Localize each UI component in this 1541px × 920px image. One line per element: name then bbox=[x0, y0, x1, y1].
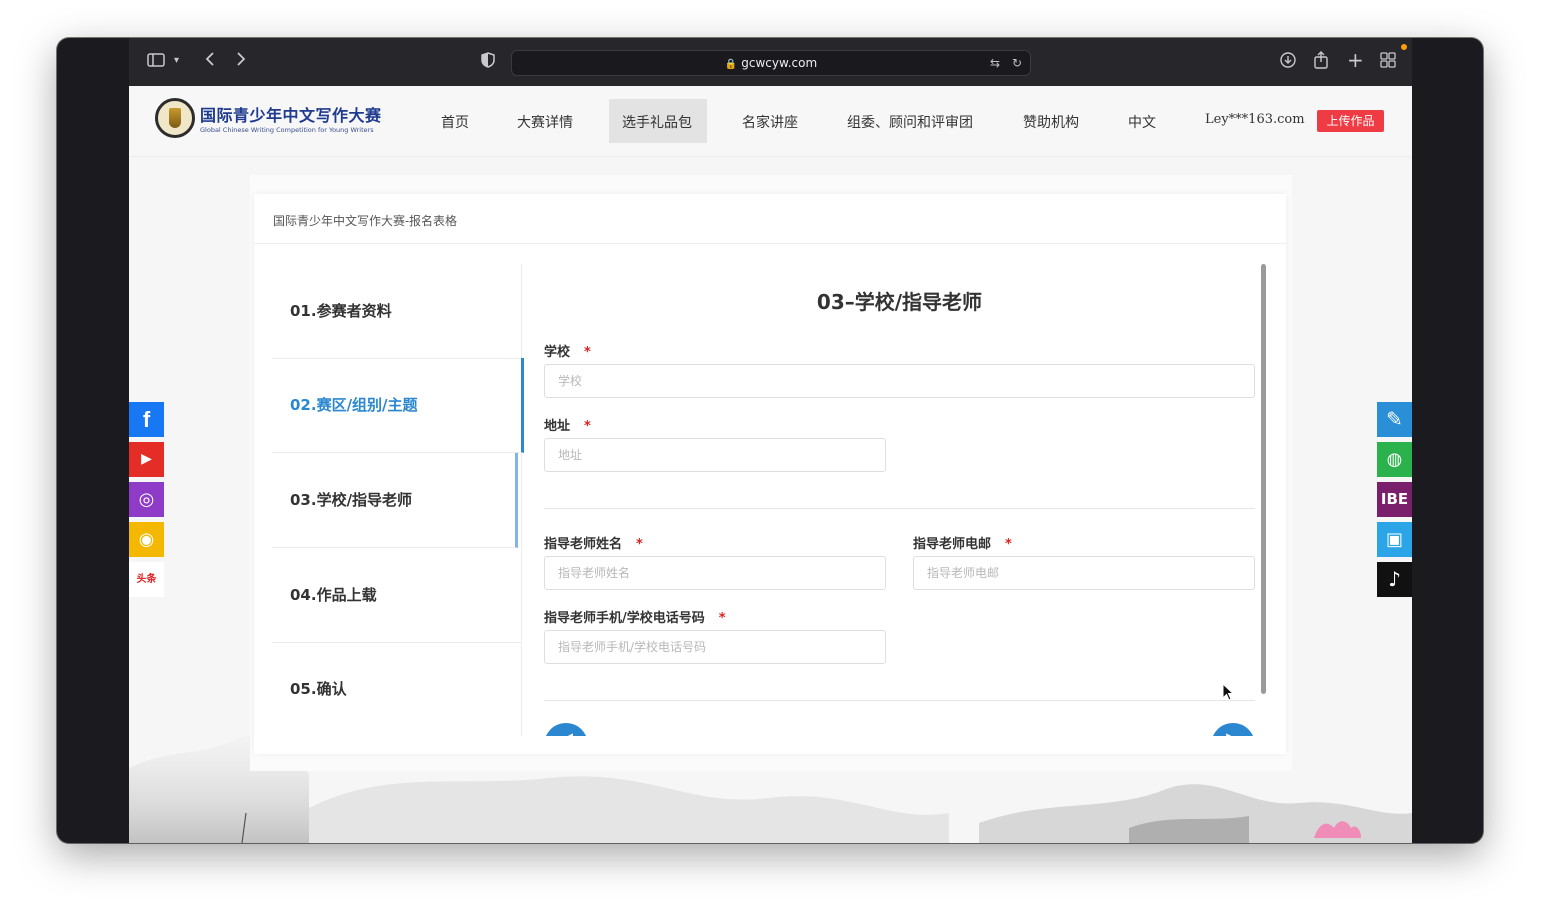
step-05[interactable]: 05.确认 bbox=[272, 642, 521, 736]
card-divider bbox=[254, 243, 1286, 244]
instagram-icon[interactable]: ◎ bbox=[129, 482, 164, 517]
section-separator bbox=[544, 508, 1255, 509]
required-mark: * bbox=[1005, 537, 1012, 552]
step-02[interactable]: 02.赛区/组别/主题 bbox=[272, 358, 524, 453]
nav-home[interactable]: 首页 bbox=[441, 112, 469, 132]
teacher-email-label-text: 指导老师电邮 bbox=[913, 537, 992, 552]
share-icon[interactable] bbox=[1314, 51, 1328, 74]
address-input[interactable] bbox=[544, 438, 886, 472]
address-label: 地址 * bbox=[544, 415, 591, 434]
school-input[interactable] bbox=[544, 364, 1255, 398]
nav-gift-pack[interactable]: 选手礼品包 bbox=[622, 112, 692, 132]
weibo-icon[interactable]: ◉ bbox=[129, 522, 164, 557]
sidebar-icon[interactable] bbox=[147, 52, 165, 73]
teacher-name-label-text: 指导老师姓名 bbox=[544, 537, 623, 552]
teacher-phone-label: 指导老师手机/学校电话号码 * bbox=[544, 607, 726, 626]
arrow-right-icon: ▶ bbox=[1211, 729, 1255, 736]
mouse-cursor-icon bbox=[1222, 682, 1235, 705]
teacher-phone-label-text: 指导老师手机/学校电话号码 bbox=[544, 611, 705, 626]
teacher-email-label: 指导老师电邮 * bbox=[913, 533, 1012, 552]
upload-work-button[interactable]: 上传作品 bbox=[1317, 110, 1384, 132]
next-step-button[interactable]: ▶ bbox=[1211, 723, 1255, 736]
step-label: 02.赛区/组别/主题 bbox=[290, 396, 418, 414]
step-03[interactable]: 03.学校/指导老师 bbox=[272, 453, 518, 548]
arrow-left-icon: ◀ bbox=[544, 729, 588, 736]
school-label-text: 学校 bbox=[544, 345, 571, 360]
logo-english-title: Global Chinese Writing Competition for Y… bbox=[200, 126, 374, 134]
pen-icon[interactable]: ✎ bbox=[1377, 402, 1412, 437]
step-04[interactable]: 04.作品上载 bbox=[272, 548, 521, 643]
facebook-icon[interactable]: f bbox=[129, 402, 164, 437]
previous-step-button[interactable]: ◀ bbox=[544, 723, 588, 736]
translate-icon[interactable]: ⇆ bbox=[990, 51, 1000, 75]
shield-icon[interactable] bbox=[481, 52, 495, 73]
ibe-icon[interactable]: IBE bbox=[1377, 482, 1412, 517]
tiktok-icon[interactable]: ♪ bbox=[1377, 562, 1412, 597]
back-arrow-icon[interactable] bbox=[204, 51, 216, 72]
step-01[interactable]: 01.参赛者资料 bbox=[272, 264, 521, 359]
recording-indicator bbox=[1401, 44, 1407, 50]
browser-content: ▾ 🔒 gcwcyw.com ⇆ ↻ + 国际青少年中文写作大赛 Global … bbox=[129, 38, 1412, 843]
lock-icon: 🔒 bbox=[724, 59, 738, 70]
teacher-name-label: 指导老师姓名 * bbox=[544, 533, 643, 552]
competition-logo-emblem[interactable] bbox=[155, 98, 195, 138]
chevron-down-icon[interactable]: ▾ bbox=[174, 51, 179, 71]
form-scrollbar[interactable] bbox=[1261, 264, 1266, 694]
required-mark: * bbox=[584, 419, 591, 434]
nav-competition-details[interactable]: 大赛详情 bbox=[517, 112, 573, 132]
step-label: 01.参赛者资料 bbox=[290, 302, 392, 320]
url-text: gcwcyw.com bbox=[741, 56, 818, 70]
toutiao-icon[interactable]: 头条 bbox=[129, 562, 164, 597]
logo-chinese-title[interactable]: 国际青少年中文写作大赛 bbox=[200, 102, 382, 126]
wechat-icon[interactable]: ◍ bbox=[1377, 442, 1412, 477]
browser-toolbar: ▾ 🔒 gcwcyw.com ⇆ ↻ + bbox=[129, 38, 1412, 86]
plus-icon[interactable]: + bbox=[1347, 50, 1364, 70]
nav-sponsors[interactable]: 赞助机构 bbox=[1023, 112, 1079, 132]
section-title: 03–学校/指导老师 bbox=[816, 290, 983, 314]
reload-icon[interactable]: ↻ bbox=[1012, 51, 1022, 75]
nav-lectures[interactable]: 名家讲座 bbox=[742, 112, 798, 132]
browser-window: ▾ 🔒 gcwcyw.com ⇆ ↻ + 国际青少年中文写作大赛 Global … bbox=[57, 38, 1483, 843]
step-label: 03.学校/指导老师 bbox=[290, 491, 413, 509]
required-mark: * bbox=[636, 537, 643, 552]
teacher-name-input[interactable] bbox=[544, 556, 886, 590]
card-title: 国际青少年中文写作大赛-报名表格 bbox=[273, 214, 458, 228]
step-list: 01.参赛者资料 02.赛区/组别/主题 03.学校/指导老师 04.作品上载 … bbox=[272, 264, 524, 736]
teacher-phone-input[interactable] bbox=[544, 630, 886, 664]
teacher-email-input[interactable] bbox=[913, 556, 1255, 590]
nav-language[interactable]: 中文 bbox=[1128, 112, 1156, 132]
required-mark: * bbox=[718, 611, 726, 626]
footer-separator bbox=[544, 700, 1255, 701]
registration-form-card: 国际青少年中文写作大赛-报名表格 01.参赛者资料 02.赛区/组别/主题 03… bbox=[254, 194, 1286, 754]
address-bar[interactable]: 🔒 gcwcyw.com ⇆ ↻ bbox=[511, 50, 1031, 76]
school-label: 学校 * bbox=[544, 341, 591, 360]
required-mark: * bbox=[584, 345, 591, 360]
youtube-icon[interactable]: ▶ bbox=[129, 442, 164, 477]
address-label-text: 地址 bbox=[544, 419, 571, 434]
nav-committee[interactable]: 组委、顾问和评审团 bbox=[847, 112, 973, 132]
nav-user-account[interactable]: Ley***163.com bbox=[1205, 112, 1305, 127]
forward-arrow-icon[interactable] bbox=[235, 51, 247, 72]
step-label: 05.确认 bbox=[290, 680, 347, 698]
bilibili-icon[interactable]: ▣ bbox=[1377, 522, 1412, 557]
form-panel: 03–学校/指导老师 学校 * 地址 * 指导老师姓名 * 指导老师电邮 * bbox=[544, 264, 1255, 736]
grid-icon[interactable] bbox=[1380, 52, 1396, 73]
download-icon[interactable] bbox=[1280, 52, 1296, 73]
step-label: 04.作品上载 bbox=[290, 586, 377, 604]
